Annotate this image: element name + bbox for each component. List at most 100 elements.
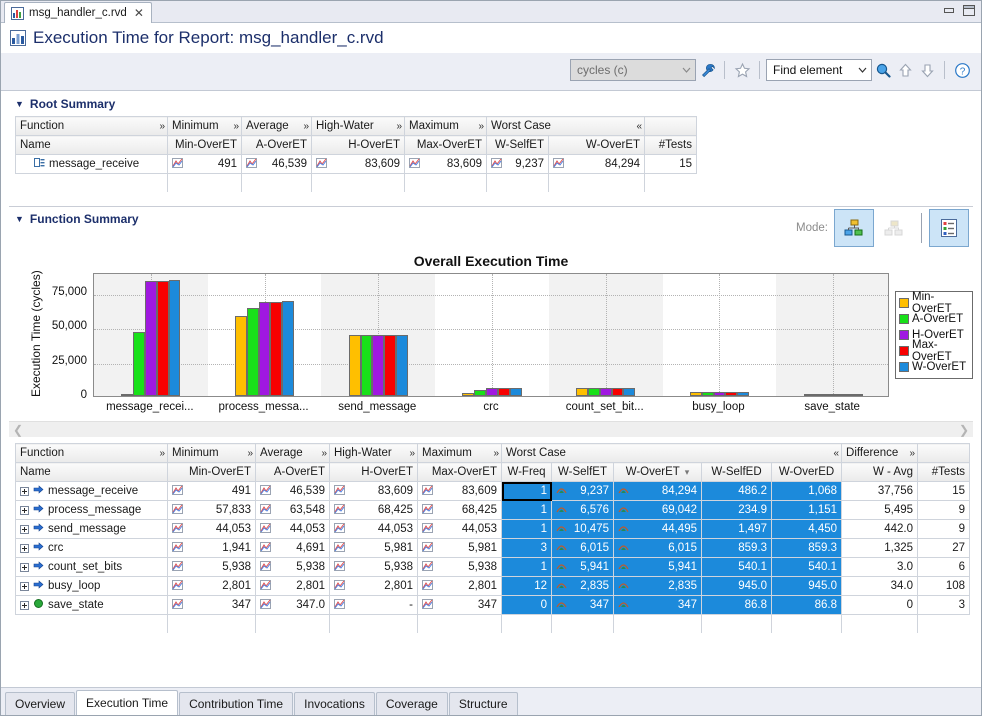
- column-header-max-overet[interactable]: Max-OverET: [404, 135, 487, 155]
- chart-mini-icon[interactable]: [260, 484, 271, 498]
- chart-mini-icon[interactable]: [260, 541, 271, 555]
- group-header-function[interactable]: Function »: [15, 443, 168, 463]
- chart-mini-icon[interactable]: [334, 598, 345, 612]
- chart-bar[interactable]: [623, 387, 636, 396]
- column-header-w-avg[interactable]: W - Avg: [841, 462, 919, 482]
- chart-bar[interactable]: [701, 392, 714, 396]
- cell-name[interactable]: count_set_bits: [15, 557, 168, 577]
- group-header-worst-case[interactable]: Worst Case «: [500, 443, 843, 463]
- chart-mini-icon[interactable]: [172, 503, 183, 517]
- chart-mini-icon[interactable]: [422, 484, 433, 498]
- chart-bar[interactable]: [121, 394, 134, 396]
- chart-mini-icon[interactable]: [246, 157, 257, 171]
- expand-chevron-icon[interactable]: »: [230, 121, 238, 132]
- chart-mini-icon[interactable]: [409, 157, 420, 171]
- cell-w-freq[interactable]: 1: [501, 500, 552, 520]
- cell-w-selfet[interactable]: 9,237: [551, 481, 614, 501]
- find-element-select[interactable]: Find element: [766, 59, 872, 81]
- column-header-w-overet[interactable]: W-OverET: [547, 135, 646, 155]
- collapse-chevron-icon[interactable]: «: [830, 448, 838, 459]
- chart-bar[interactable]: [850, 394, 863, 396]
- group-header-high-water[interactable]: High-Water »: [329, 443, 418, 463]
- chart-bar[interactable]: [258, 301, 271, 396]
- table-row[interactable]: count_set_bits 5,938 5,938 5,938 5,938 1 5,941…: [15, 557, 971, 577]
- chart-bar[interactable]: [509, 387, 522, 396]
- chart-bar[interactable]: [282, 300, 295, 396]
- expand-icon[interactable]: [20, 543, 29, 553]
- column-header-name[interactable]: Name: [15, 462, 168, 482]
- column-header-h-overet[interactable]: H-OverET: [311, 135, 405, 155]
- chart-bar[interactable]: [497, 387, 510, 396]
- chart-bar[interactable]: [133, 331, 145, 396]
- hill-mini-icon[interactable]: [556, 523, 567, 535]
- expand-chevron-icon[interactable]: »: [300, 121, 308, 132]
- cell-w-selfed[interactable]: 540.1: [701, 557, 772, 577]
- cell-name[interactable]: crc: [15, 538, 168, 558]
- cell-name[interactable]: process_message: [15, 500, 168, 520]
- view-tab-coverage[interactable]: Coverage: [375, 692, 448, 715]
- chart-horizontal-scrollbar[interactable]: ❮ ❯: [9, 421, 973, 437]
- chart-mini-icon[interactable]: [260, 522, 271, 536]
- scroll-right-icon[interactable]: ❯: [959, 423, 969, 437]
- chart-bar[interactable]: [611, 387, 624, 396]
- cell-w-overet[interactable]: 44,495: [613, 519, 702, 539]
- expand-chevron-icon[interactable]: »: [318, 448, 326, 459]
- group-header-function[interactable]: Function »: [15, 116, 168, 136]
- chart-mini-icon[interactable]: [172, 560, 183, 574]
- find-next-icon[interactable]: [916, 59, 938, 81]
- cell-name[interactable]: save_state: [15, 595, 168, 615]
- chart-bar[interactable]: [270, 301, 283, 396]
- chart-bar[interactable]: [372, 335, 385, 396]
- legend-item[interactable]: W-OverET: [899, 359, 967, 375]
- cell-w-overed[interactable]: 1,151: [770, 500, 843, 520]
- column-header-w-selfed[interactable]: W-SelfED: [701, 462, 772, 482]
- column-header-w-overet[interactable]: W-OverET ▾: [613, 462, 702, 482]
- hill-mini-icon[interactable]: [556, 542, 567, 554]
- hill-mini-icon[interactable]: [556, 561, 567, 573]
- table-row[interactable]: send_message 44,053 44,053 44,053 44,053 1 10,…: [15, 519, 971, 539]
- cell-w-selfet[interactable]: 6,015: [551, 538, 614, 558]
- cell-w-freq[interactable]: 12: [501, 576, 552, 596]
- collapse-twisty-icon[interactable]: ▼: [15, 99, 24, 109]
- collapse-twisty-icon[interactable]: ▼: [15, 214, 24, 224]
- column-header-w-selfet[interactable]: W-SelfET: [551, 462, 614, 482]
- view-tab-overview[interactable]: Overview: [5, 692, 76, 715]
- cell-w-selfet[interactable]: 10,475: [551, 519, 614, 539]
- close-icon[interactable]: ✕: [132, 7, 144, 19]
- column-header-name[interactable]: Name: [15, 135, 168, 155]
- cell-w-overet[interactable]: 347: [613, 595, 702, 615]
- chart-bar[interactable]: [360, 335, 373, 396]
- column-header-a-overet[interactable]: A-OverET: [241, 135, 312, 155]
- bookmark-icon[interactable]: [731, 59, 753, 81]
- cell-w-freq[interactable]: 3: [501, 538, 552, 558]
- chart-mini-icon[interactable]: [422, 503, 433, 517]
- expand-chevron-icon[interactable]: »: [906, 448, 914, 459]
- chart-bar[interactable]: [587, 387, 600, 396]
- hill-mini-icon[interactable]: [556, 504, 567, 516]
- hill-mini-icon[interactable]: [618, 485, 629, 497]
- table-row[interactable]: save_state 347 347.0-347 0 347 347 86.8 86.8 0 3: [15, 595, 971, 615]
- column-header-tests[interactable]: #Tests: [644, 135, 698, 155]
- chart-mini-icon[interactable]: [260, 598, 271, 612]
- expand-icon[interactable]: [20, 562, 29, 572]
- cell-name[interactable]: message_receive: [15, 154, 168, 174]
- cell-w-overet[interactable]: 84,294: [613, 481, 702, 501]
- legend-item[interactable]: Max-OverET: [899, 339, 967, 363]
- cell-w-freq[interactable]: 1: [501, 481, 552, 501]
- cell-w-overed[interactable]: 859.3: [770, 538, 843, 558]
- hill-mini-icon[interactable]: [618, 504, 629, 516]
- group-header-minimum[interactable]: Minimum »: [167, 116, 242, 136]
- expand-icon[interactable]: [20, 581, 29, 591]
- chart-mini-icon[interactable]: [260, 503, 271, 517]
- wrench-icon[interactable]: [696, 59, 718, 81]
- chart-bar[interactable]: [235, 316, 247, 396]
- chart-mini-icon[interactable]: [172, 157, 183, 171]
- column-header-a-overet[interactable]: A-OverET: [255, 462, 330, 482]
- chart-bar[interactable]: [803, 394, 816, 396]
- column-header-tests[interactable]: #Tests: [917, 462, 971, 482]
- editor-tab-msg-handler[interactable]: msg_handler_c.rvd ✕: [4, 2, 152, 23]
- hill-mini-icon[interactable]: [618, 599, 629, 611]
- hill-mini-icon[interactable]: [618, 542, 629, 554]
- expand-icon[interactable]: [20, 486, 29, 496]
- chart-bar[interactable]: [576, 387, 588, 396]
